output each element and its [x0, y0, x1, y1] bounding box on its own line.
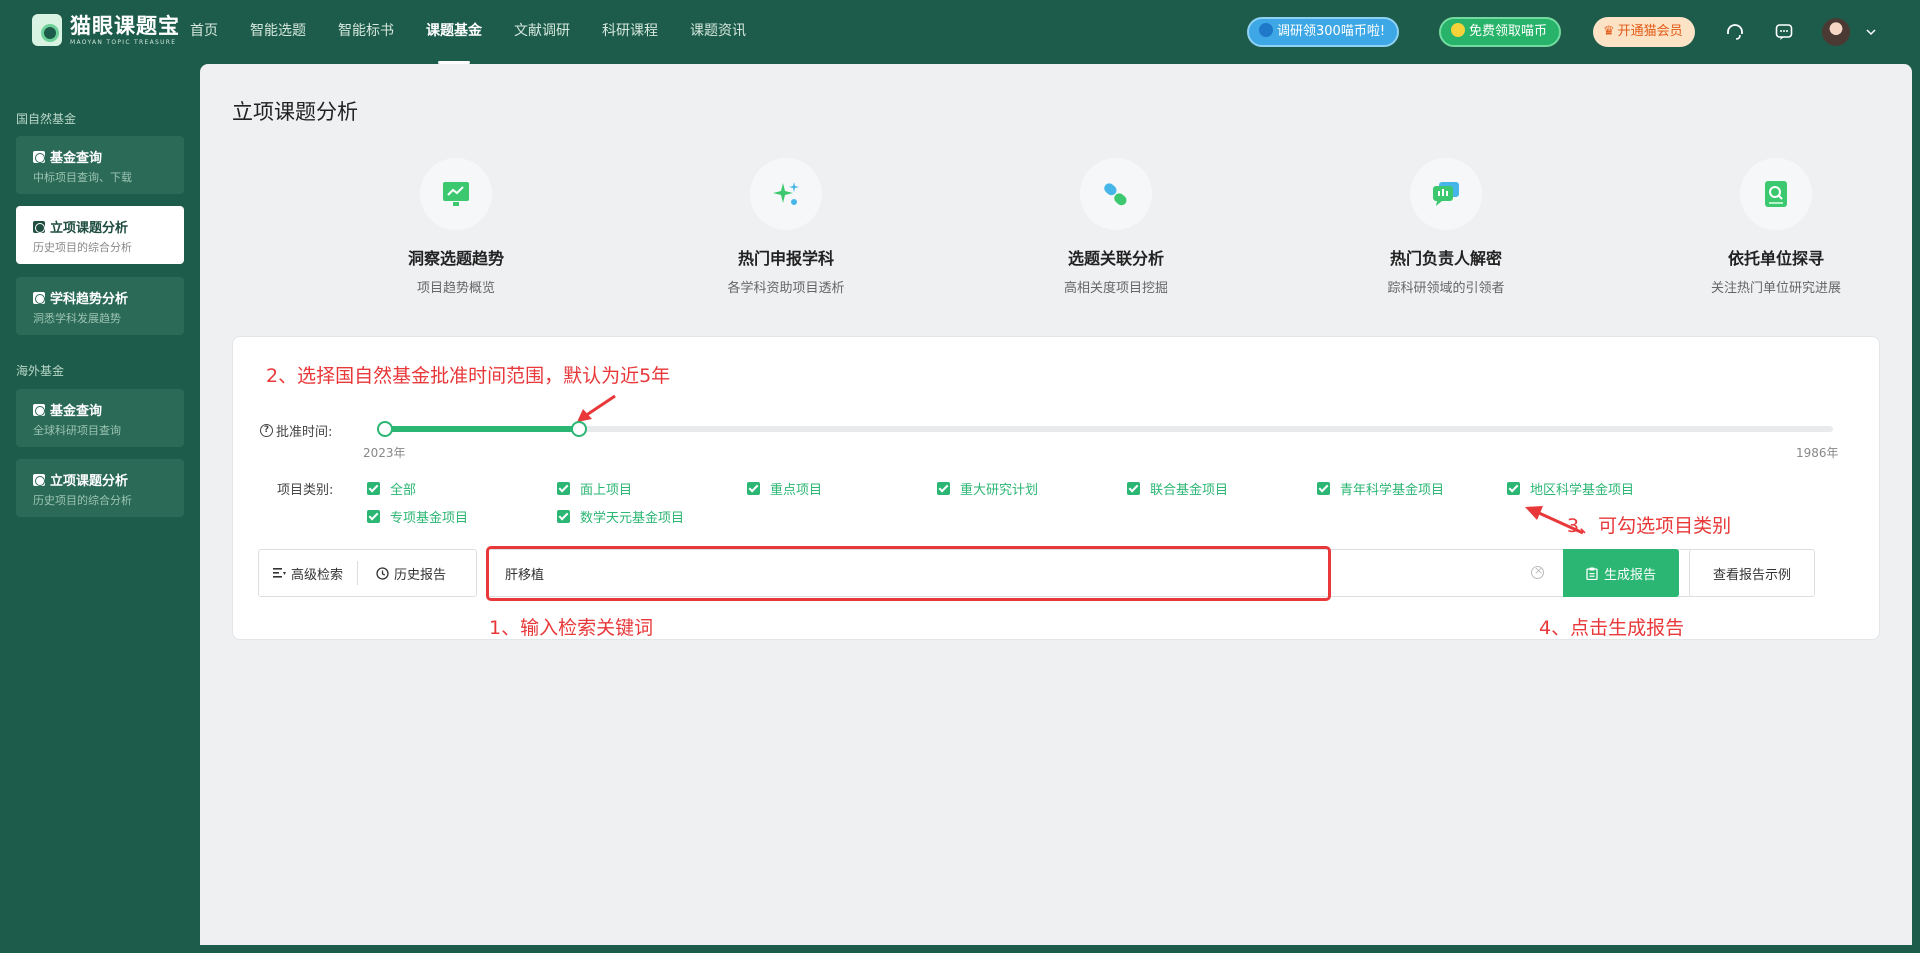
- checkbox-checked-icon: [367, 482, 380, 495]
- checkbox-regional-fund[interactable]: 地区科学基金项目: [1507, 479, 1634, 498]
- logo-title: 猫眼课题宝: [70, 13, 180, 38]
- checkbox-math-tianyuan[interactable]: 数学天元基金项目: [557, 507, 684, 526]
- report-config-card: 2、选择国自然基金批准时间范围，默认为近5年 ? 批准时间: 2023年 1986…: [232, 336, 1880, 640]
- feature-topic-trend[interactable]: 洞察选题趋势 项目趋势概览: [316, 158, 596, 296]
- generate-report-button[interactable]: 生成报告: [1563, 549, 1679, 597]
- checkbox-checked-icon: [1317, 482, 1330, 495]
- headset-icon[interactable]: [1725, 22, 1745, 42]
- history-report-button[interactable]: 历史报告: [357, 561, 460, 585]
- sidebar-item-discipline-trend[interactable]: 学科趋势分析 洞悉学科发展趋势: [16, 277, 184, 335]
- clock-icon: [376, 566, 389, 580]
- crown-icon: ♛: [1603, 24, 1615, 39]
- slider-handle-start[interactable]: [377, 421, 393, 437]
- checkbox-general[interactable]: 面上项目: [557, 479, 632, 498]
- nav-home[interactable]: 首页: [190, 0, 218, 64]
- checkbox-checked-icon: [557, 482, 570, 495]
- search-tools: 高级检索 历史报告: [258, 549, 477, 597]
- trend-icon: [33, 291, 45, 304]
- approval-time-slider[interactable]: [377, 421, 1833, 437]
- top-navbar: 猫眼课题宝 MAOYAN TOPIC TREASURE 首页 智能选题 智能标书…: [0, 0, 1920, 64]
- sparkle-icon: [773, 182, 799, 205]
- slider-start-label: 2023年: [363, 446, 406, 460]
- checkbox-checked-icon: [557, 510, 570, 523]
- logo[interactable]: 猫眼课题宝 MAOYAN TOPIC TREASURE: [32, 14, 180, 46]
- help-icon: ?: [260, 424, 273, 437]
- annotation-step1: 1、输入检索关键词: [489, 617, 654, 639]
- sidebar-item-project-analysis[interactable]: 立项课题分析 历史项目的综合分析: [16, 206, 184, 264]
- clipboard-icon: [1586, 567, 1598, 580]
- clear-input-icon[interactable]: [1531, 564, 1544, 579]
- annotation-step4: 4、点击生成报告: [1539, 617, 1685, 639]
- checkbox-checked-icon: [1507, 482, 1520, 495]
- logo-subtitle: MAOYAN TOPIC TREASURE: [70, 38, 177, 46]
- nav-smart-topic[interactable]: 智能选题: [250, 0, 306, 64]
- feature-hot-disciplines[interactable]: 热门申报学科 各学科资助项目透析: [646, 158, 926, 296]
- nav-courses[interactable]: 科研课程: [602, 0, 658, 64]
- approval-time-label: ? 批准时间:: [260, 421, 332, 440]
- coin-icon: [1451, 23, 1465, 37]
- megaphone-icon: [1259, 23, 1273, 37]
- checkbox-all[interactable]: 全部: [367, 479, 416, 498]
- checkbox-checked-icon: [747, 482, 760, 495]
- checkbox-special-fund[interactable]: 专项基金项目: [367, 507, 468, 526]
- checkbox-major-research[interactable]: 重大研究计划: [937, 479, 1038, 498]
- nav-news[interactable]: 课题资讯: [690, 0, 746, 64]
- search-doc-icon: [1765, 181, 1787, 207]
- checkbox-checked-icon: [367, 510, 380, 523]
- user-avatar[interactable]: [1822, 18, 1850, 46]
- main-content: 立项课题分析 洞察选题趋势 项目趋势概览 热门申报学科 各学科资助项目透析 选题…: [200, 64, 1912, 945]
- category-label: 项目类别:: [277, 483, 334, 498]
- nav-literature[interactable]: 文献调研: [514, 0, 570, 64]
- feature-hot-leaders[interactable]: 热门负责人解密 踪科研领域的引领者: [1306, 158, 1586, 296]
- sidebar-item-overseas-analysis[interactable]: 立项课题分析 历史项目的综合分析: [16, 459, 184, 517]
- annotation-step3: 3、可勾选项目类别: [1567, 515, 1732, 537]
- chart-icon: [33, 473, 45, 486]
- view-report-example-button[interactable]: 查看报告示例: [1689, 549, 1815, 597]
- checkbox-joint-fund[interactable]: 联合基金项目: [1127, 479, 1228, 498]
- search-icon: [33, 403, 45, 416]
- nav-topic-fund[interactable]: 课题基金: [426, 0, 482, 64]
- slider-selected-range: [385, 426, 580, 432]
- slider-handle-end[interactable]: [571, 421, 588, 437]
- checkbox-checked-icon: [1127, 482, 1140, 495]
- vip-button[interactable]: ♛ 开通猫会员: [1593, 17, 1695, 47]
- checkbox-youth-fund[interactable]: 青年科学基金项目: [1317, 479, 1444, 498]
- sidebar-section-overseas: 海外基金: [16, 364, 65, 378]
- nav-smart-proposal[interactable]: 智能标书: [338, 0, 394, 64]
- main-nav: 首页 智能选题 智能标书 课题基金 文献调研 科研课程 课题资讯: [190, 0, 778, 64]
- trend-chart-icon: [443, 182, 469, 206]
- annotation-step2: 2、选择国自然基金批准时间范围，默认为近5年: [266, 365, 671, 387]
- sidebar-section-nsfc: 国自然基金: [16, 112, 77, 126]
- filter-lines-icon: [273, 568, 286, 578]
- checkbox-checked-icon: [937, 482, 950, 495]
- page-title: 立项课题分析: [232, 100, 358, 124]
- link-icon: [1104, 183, 1127, 206]
- research-promo-button[interactable]: 调研领300喵币啦!: [1247, 17, 1400, 47]
- advanced-search-button[interactable]: 高级检索: [259, 561, 357, 585]
- sidebar: 国自然基金 基金查询 中标项目查询、下载 立项课题分析 历史项目的综合分析 学科…: [0, 64, 200, 953]
- chevron-down-icon[interactable]: [1864, 22, 1878, 42]
- slider-end-label: 1986年: [1796, 446, 1839, 460]
- chart-icon: [33, 220, 45, 233]
- sidebar-item-fund-query[interactable]: 基金查询 中标项目查询、下载: [16, 136, 184, 194]
- checkbox-key[interactable]: 重点项目: [747, 479, 822, 498]
- cat-logo-icon: [32, 14, 62, 46]
- message-icon[interactable]: [1774, 22, 1794, 42]
- feature-institutions[interactable]: 依托单位探寻 关注热门单位研究进展: [1636, 158, 1916, 296]
- search-icon: [33, 150, 45, 163]
- feature-topic-association[interactable]: 选题关联分析 高相关度项目挖掘: [976, 158, 1256, 296]
- sidebar-item-overseas-query[interactable]: 基金查询 全球科研项目查询: [16, 389, 184, 447]
- chat-icon: [1433, 182, 1459, 206]
- free-coins-button[interactable]: 免费领取喵币: [1439, 17, 1562, 47]
